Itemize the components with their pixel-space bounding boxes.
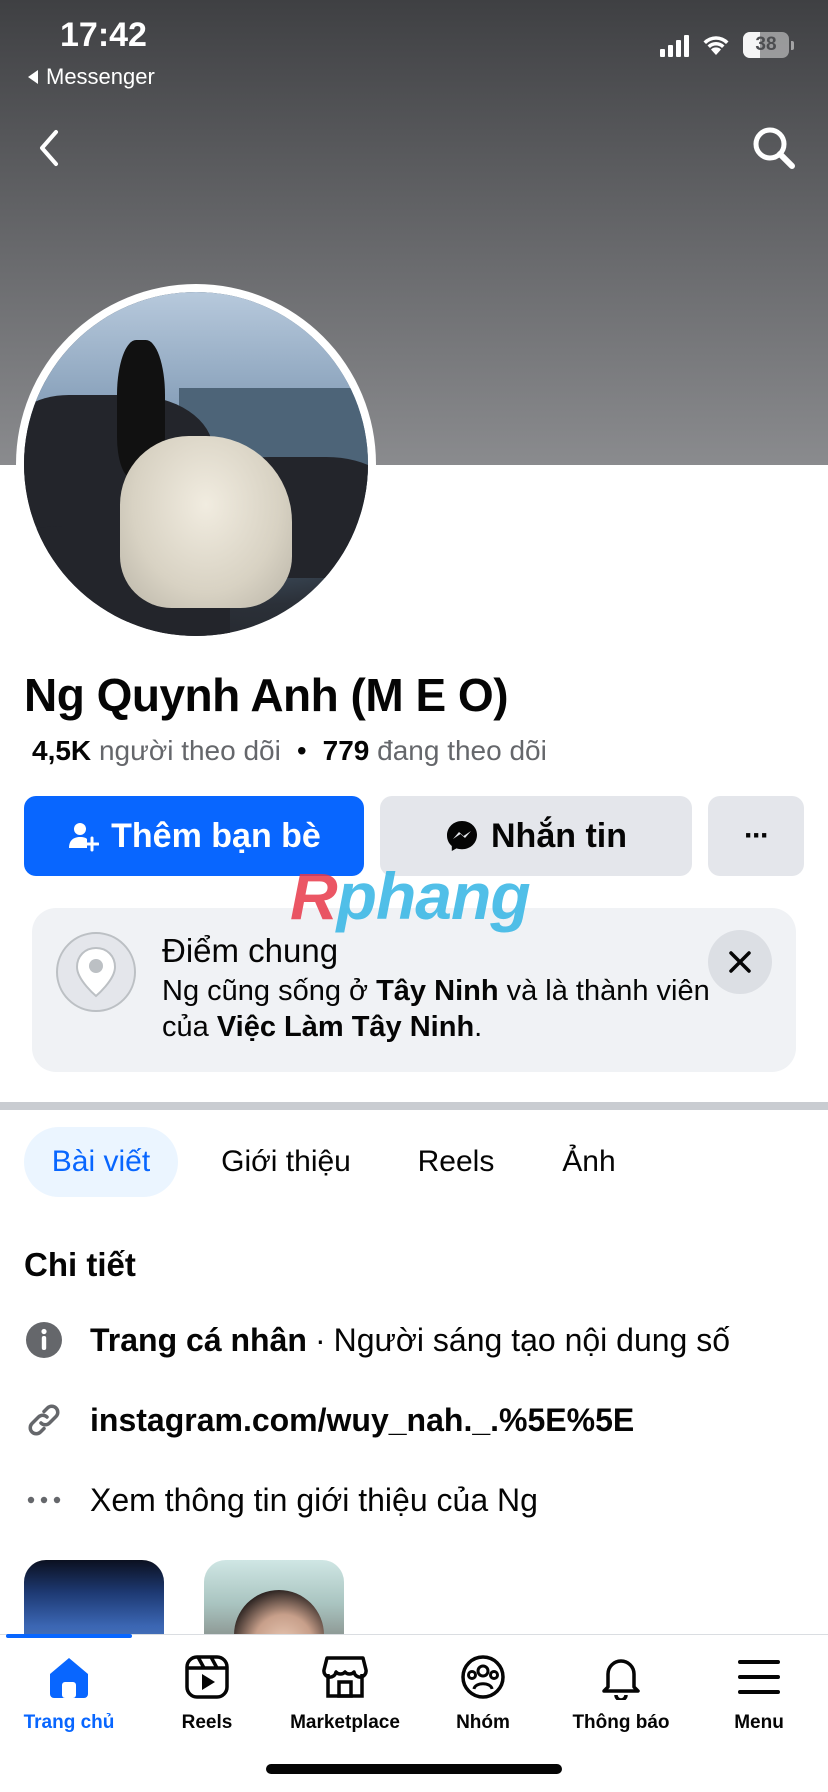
common-info-text: Ng cũng sống ở Tây Ninh và là thành viên… <box>162 973 722 1045</box>
add-friend-icon <box>69 823 100 852</box>
nav-notifications[interactable]: Thông báo <box>552 1652 690 1734</box>
common-text-part: . <box>474 1011 483 1043</box>
see-about-info[interactable]: Xem thông tin giới thiệu của Ng <box>24 1475 538 1525</box>
profile-type-label: Trang cá nhân <box>90 1321 307 1358</box>
profile-type-value: Người sáng tạo nội dung số <box>333 1321 731 1358</box>
wifi-icon <box>703 36 729 55</box>
following-link[interactable]: 779 đang theo dõi <box>323 735 547 767</box>
common-group[interactable]: Việc Làm Tây Ninh <box>217 1011 474 1043</box>
watermark-part: phang <box>336 859 531 933</box>
nav-marketplace-label: Marketplace <box>290 1712 400 1733</box>
followers-link[interactable]: 4,5K người theo dõi <box>32 735 281 767</box>
close-icon <box>729 951 751 973</box>
bell-icon <box>596 1652 646 1702</box>
instagram-link[interactable]: instagram.com/wuy_nah._.%5E%5E <box>90 1402 634 1439</box>
tab-photos[interactable]: Ảnh <box>546 1127 632 1197</box>
common-info-title: Điểm chung <box>162 932 339 969</box>
back-button[interactable] <box>30 126 70 170</box>
back-triangle-icon <box>28 70 38 84</box>
nav-marketplace[interactable]: Marketplace <box>276 1652 414 1734</box>
chevron-left-icon <box>40 130 58 166</box>
link-icon <box>24 1400 64 1440</box>
followers-count: 4,5K <box>32 735 92 766</box>
tab-posts[interactable]: Bài viết <box>24 1127 178 1197</box>
tab-about[interactable]: Giới thiệu <box>206 1127 366 1197</box>
battery-icon: 38 <box>743 32 789 58</box>
nav-menu[interactable]: Menu <box>690 1652 828 1734</box>
profile-type-separator: · <box>314 1321 326 1358</box>
following-label: đang theo dõi <box>377 735 547 766</box>
watermark-logo: Rphang <box>290 858 531 934</box>
stats-separator: • <box>296 735 307 766</box>
home-icon <box>44 1652 94 1702</box>
more-options-button[interactable]: ··· <box>708 796 804 876</box>
details-title: Chi tiết <box>24 1246 136 1283</box>
groups-icon <box>458 1652 508 1702</box>
messenger-icon <box>447 821 477 851</box>
tab-reels[interactable]: Reels <box>406 1127 506 1197</box>
detail-link[interactable]: instagram.com/wuy_nah._.%5E%5E <box>24 1395 634 1445</box>
hamburger-menu-icon <box>734 1652 784 1702</box>
reels-icon <box>182 1652 232 1702</box>
battery-level: 38 <box>755 34 777 55</box>
watermark-part: R <box>290 859 338 933</box>
status-time: 17:42 <box>60 16 147 54</box>
following-count: 779 <box>322 735 370 766</box>
nav-home[interactable]: Trang chủ <box>0 1652 138 1734</box>
dismiss-common-button[interactable] <box>708 930 772 994</box>
nav-reels-label: Reels <box>181 1712 233 1733</box>
profile-avatar[interactable] <box>24 292 368 636</box>
info-icon <box>24 1320 64 1360</box>
home-indicator <box>266 1764 562 1774</box>
back-to-messenger[interactable]: Messenger <box>26 64 155 90</box>
section-divider <box>0 1102 828 1110</box>
add-friend-label: Thêm bạn bè <box>111 816 321 855</box>
back-app-label: Messenger <box>46 64 155 89</box>
nav-reels[interactable]: Reels <box>138 1652 276 1734</box>
nav-menu-label: Menu <box>734 1712 784 1733</box>
marketplace-icon <box>320 1652 370 1702</box>
followers-label: người theo dõi <box>98 735 281 766</box>
signal-icon <box>660 33 689 57</box>
common-place[interactable]: Tây Ninh <box>376 975 498 1007</box>
location-pin-icon <box>56 932 136 1012</box>
active-tab-indicator <box>6 1634 132 1638</box>
more-dots-icon: ··· <box>744 819 770 852</box>
detail-profile-type: Trang cá nhân · Người sáng tạo nội dung … <box>24 1315 730 1365</box>
more-dots-icon <box>24 1480 64 1520</box>
nav-notifications-label: Thông báo <box>572 1712 670 1733</box>
nav-groups-label: Nhóm <box>456 1712 510 1733</box>
common-text-part: Ng cũng sống ở <box>162 975 377 1007</box>
search-icon <box>753 127 795 169</box>
status-icons: 38 <box>660 32 794 58</box>
profile-stats: 4,5K người theo dõi • 779 đang theo dõi <box>32 735 547 767</box>
search-button[interactable] <box>750 124 798 172</box>
see-about-label: Xem thông tin giới thiệu của Ng <box>90 1481 538 1518</box>
profile-name: Ng Quynh Anh (M E O) <box>24 669 509 721</box>
nav-home-label: Trang chủ <box>23 1712 115 1733</box>
message-label: Nhắn tin <box>491 816 627 855</box>
nav-groups[interactable]: Nhóm <box>414 1652 552 1734</box>
